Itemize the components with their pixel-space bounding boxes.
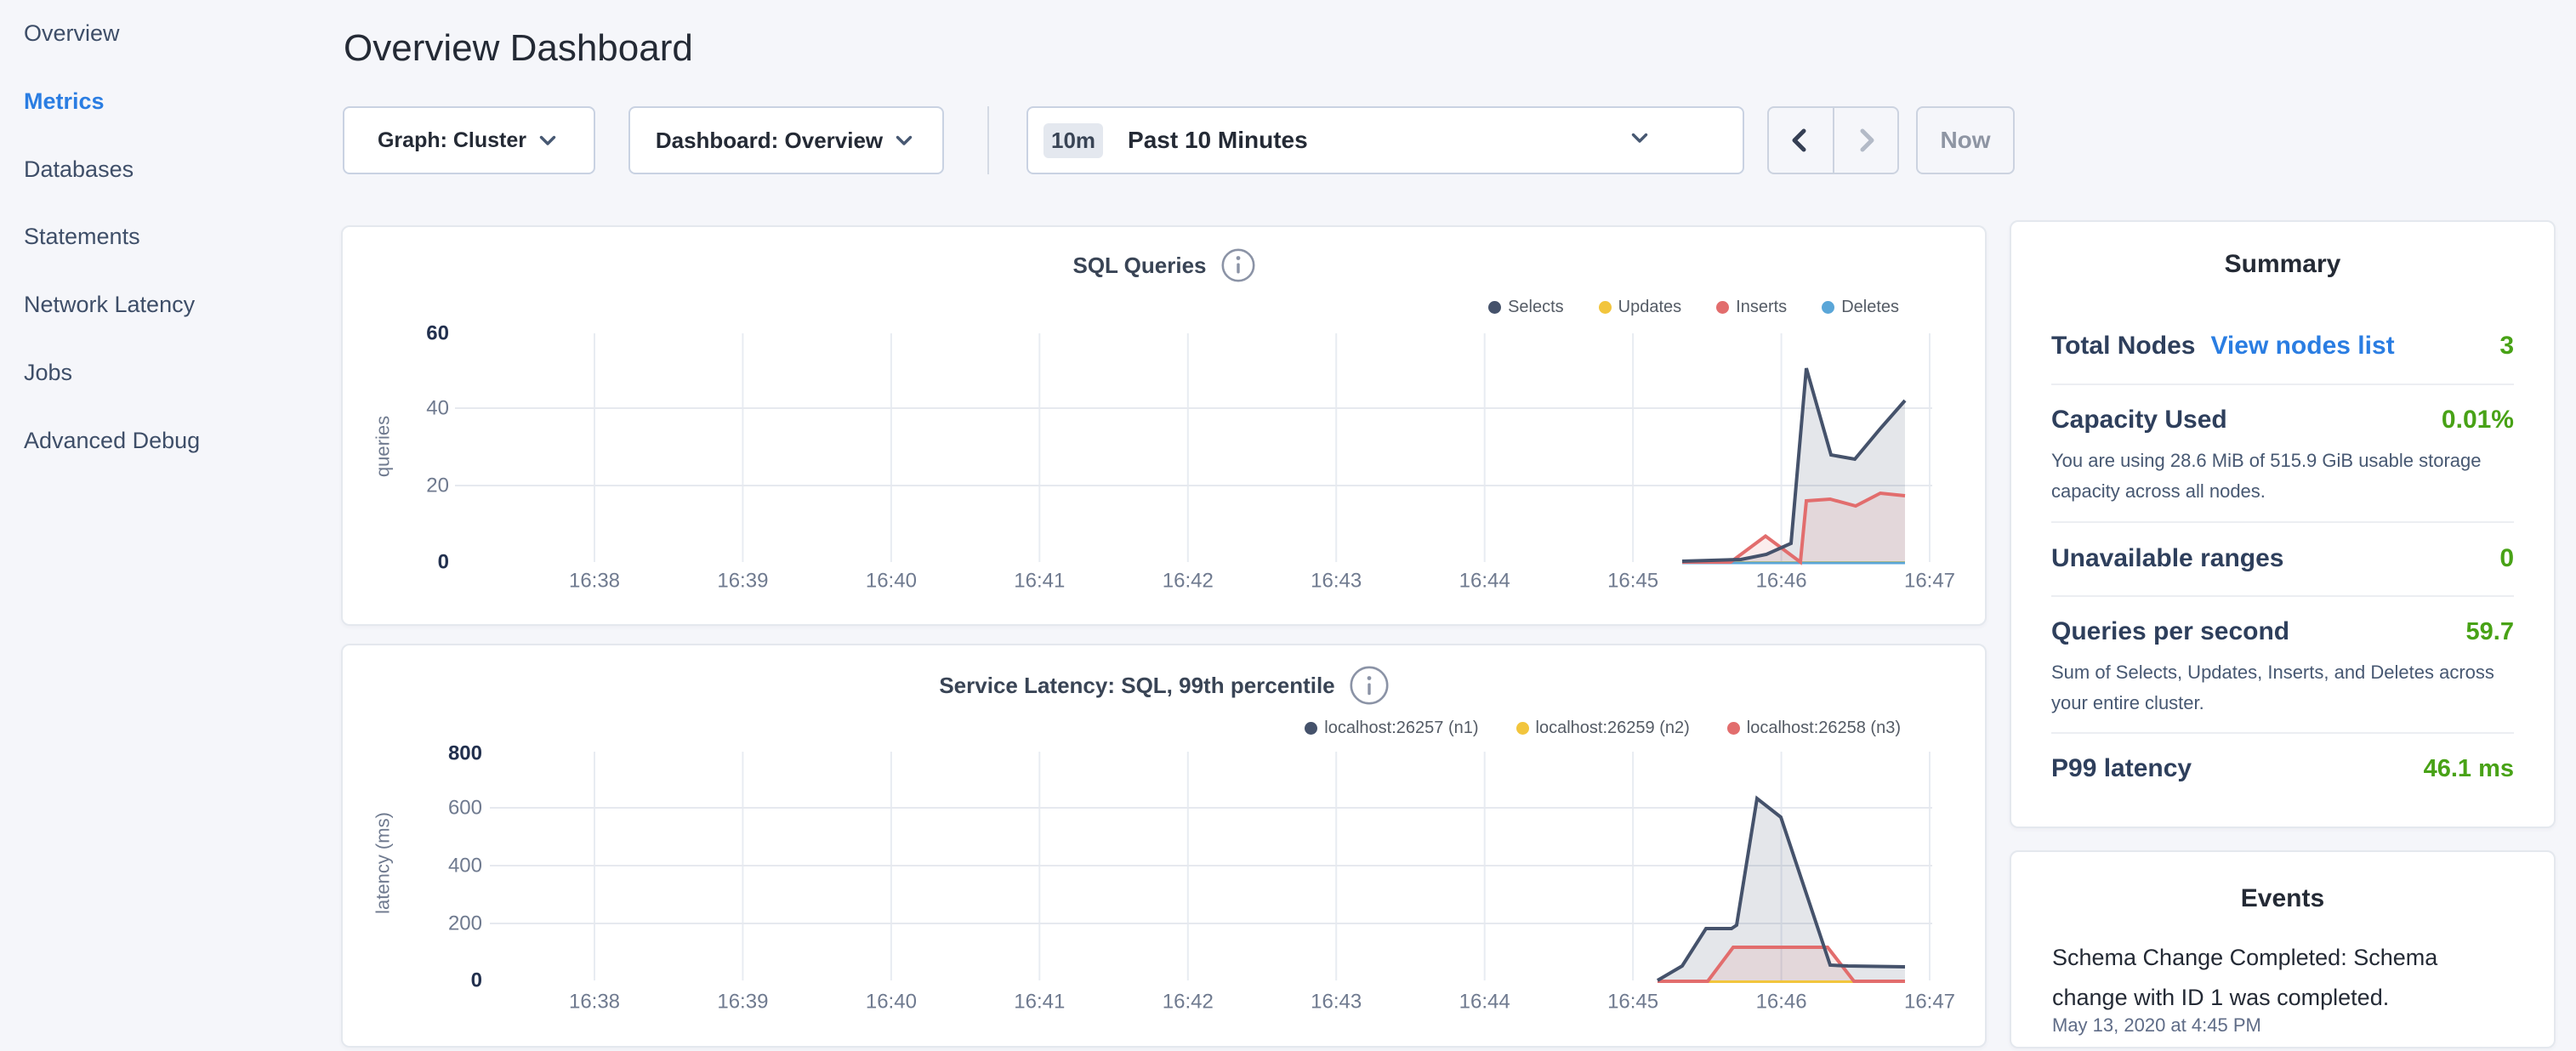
svg-text:16:38: 16:38 bbox=[569, 570, 620, 593]
svg-text:20: 20 bbox=[426, 474, 449, 497]
svg-text:16:42: 16:42 bbox=[1163, 991, 1214, 1014]
svg-text:16:47: 16:47 bbox=[1904, 991, 1955, 1014]
svg-text:16:42: 16:42 bbox=[1163, 570, 1214, 593]
svg-text:16:40: 16:40 bbox=[866, 991, 917, 1014]
svg-text:16:45: 16:45 bbox=[1607, 991, 1658, 1014]
svg-text:60: 60 bbox=[426, 322, 449, 345]
svg-text:40: 40 bbox=[426, 397, 449, 420]
svg-text:0: 0 bbox=[438, 551, 449, 574]
svg-text:16:45: 16:45 bbox=[1607, 570, 1658, 593]
svg-text:16:43: 16:43 bbox=[1311, 570, 1362, 593]
svg-text:16:43: 16:43 bbox=[1311, 991, 1362, 1014]
svg-text:16:47: 16:47 bbox=[1904, 570, 1955, 593]
svg-text:latency (ms): latency (ms) bbox=[372, 812, 394, 914]
svg-text:16:46: 16:46 bbox=[1756, 991, 1807, 1014]
svg-text:16:40: 16:40 bbox=[866, 570, 917, 593]
svg-text:200: 200 bbox=[448, 912, 482, 935]
svg-text:16:44: 16:44 bbox=[1459, 570, 1510, 593]
svg-text:400: 400 bbox=[448, 855, 482, 878]
svg-text:800: 800 bbox=[448, 742, 482, 765]
svg-text:0: 0 bbox=[471, 969, 482, 992]
svg-text:600: 600 bbox=[448, 797, 482, 820]
svg-text:16:46: 16:46 bbox=[1756, 570, 1807, 593]
svg-text:queries: queries bbox=[372, 416, 394, 477]
svg-text:16:39: 16:39 bbox=[717, 991, 768, 1014]
svg-text:16:39: 16:39 bbox=[717, 570, 768, 593]
svg-text:16:44: 16:44 bbox=[1459, 991, 1510, 1014]
svg-text:16:38: 16:38 bbox=[569, 991, 620, 1014]
svg-text:16:41: 16:41 bbox=[1014, 991, 1065, 1014]
svg-text:16:41: 16:41 bbox=[1014, 570, 1065, 593]
